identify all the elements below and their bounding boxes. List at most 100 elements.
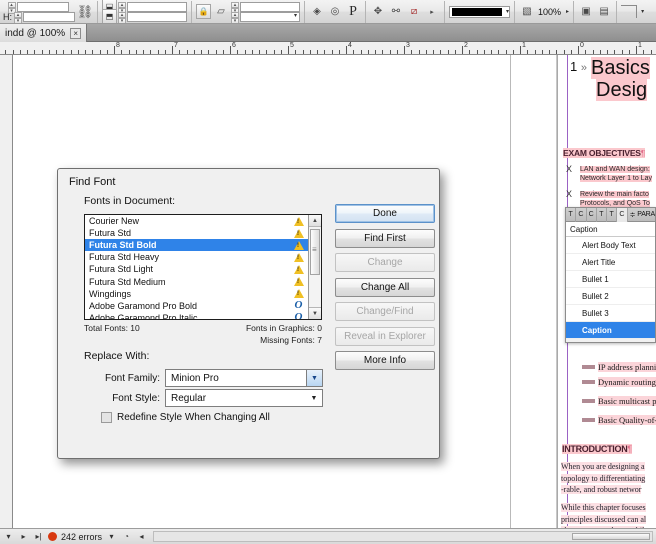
more-info-button[interactable]: More Info — [335, 351, 435, 370]
chevron-down-icon[interactable]: ▼ — [306, 370, 322, 386]
ruler-major-tick — [230, 46, 231, 54]
redefine-style-checkbox[interactable] — [101, 412, 112, 423]
missing-fonts-label: Missing Fonts: 7 — [260, 335, 322, 345]
font-style-select[interactable]: Regular ▼ — [165, 389, 323, 407]
panel-tab-4[interactable]: T — [607, 208, 618, 222]
style-list-item[interactable]: Alert Title — [566, 254, 655, 271]
extra-field-1[interactable] — [240, 1, 300, 12]
h-stepper[interactable]: ▴ ▾ — [14, 11, 22, 23]
font-list-row[interactable]: Adobe Garamond Pro Italic O — [85, 312, 308, 320]
fit-field-2[interactable] — [127, 11, 187, 22]
font-list-row[interactable]: Courier New — [85, 215, 308, 227]
find-first-button[interactable]: Find First — [335, 228, 435, 248]
extra-field-2[interactable]: ▾ — [240, 11, 300, 22]
ruler-minor-tick — [541, 50, 543, 54]
redefine-style-checkbox-row[interactable]: Redefine Style When Changing All — [101, 412, 270, 423]
font-list-row[interactable]: Futura Std Medium — [85, 275, 308, 287]
align-icon[interactable]: ✥ — [370, 4, 386, 20]
w-field[interactable] — [16, 1, 69, 12]
ruler-major-tick — [636, 46, 637, 54]
next-page-icon[interactable]: ▸ — [18, 532, 29, 541]
paragraph-p-icon[interactable]: P — [345, 4, 361, 20]
font-list-row[interactable]: Wingdings — [85, 288, 308, 300]
scroll-down-icon[interactable]: ▼ — [309, 307, 321, 319]
style-list-item[interactable]: Bullet 3 — [566, 305, 655, 322]
expand-icon[interactable]: ◂ — [136, 532, 147, 541]
effects-icon[interactable]: ◈ — [309, 4, 325, 20]
font-list-row[interactable]: Futura Std Heavy — [85, 251, 308, 263]
missing-font-warning-icon — [293, 263, 304, 275]
preflight-dropdown-icon[interactable]: ▾ — [106, 532, 117, 541]
lock-icon[interactable]: 🔒 — [196, 4, 211, 19]
fit-stepper-2[interactable]: ▴ ▾ — [118, 11, 126, 23]
h-field[interactable] — [23, 11, 75, 22]
font-name: Adobe Garamond Pro Italic — [89, 312, 198, 320]
preflight-icon[interactable]: ◔ — [121, 532, 132, 541]
style-list-item-selected[interactable]: Caption — [566, 322, 655, 339]
scrollbar-track[interactable] — [309, 227, 321, 307]
extra-stepper-1[interactable]: ▴ ▾ — [231, 1, 239, 14]
change-all-button[interactable]: Change All — [335, 277, 435, 297]
bullet-dash-icon — [582, 418, 595, 422]
font-list-row[interactable]: Adobe Garamond Pro Bold O — [85, 300, 308, 312]
distribute-icon[interactable]: ⚯ — [388, 4, 404, 20]
opacity-icon[interactable]: ▧ — [519, 4, 535, 20]
corner-options-icon[interactable] — [621, 5, 638, 18]
style-list-item[interactable]: Bullet 2 — [566, 288, 655, 305]
w-stepper[interactable]: ▴ ▾ — [7, 1, 16, 14]
fit-content-icon[interactable]: ⬒ — [102, 9, 117, 23]
close-icon[interactable]: × — [70, 27, 82, 39]
paragraph-styles-list[interactable]: Alert Body Text Alert Title Bullet 1 Bul… — [566, 237, 655, 339]
last-page-icon[interactable]: ▸| — [33, 532, 44, 541]
wrap-icon[interactable]: ◎ — [327, 4, 343, 20]
chevron-right-icon[interactable]: ▸ — [424, 4, 440, 20]
chevron-down-icon[interactable]: ▾ — [639, 8, 644, 15]
chevron-right-icon[interactable]: ▸ — [564, 8, 569, 15]
ruler-minor-tick — [273, 50, 275, 54]
style-list-item[interactable]: Bullet 1 — [566, 271, 655, 288]
scrollbar-thumb[interactable] — [310, 229, 320, 275]
page-dropdown-icon[interactable]: ▾ — [3, 532, 14, 541]
fit-field-1[interactable] — [127, 1, 187, 12]
panel-tab-5[interactable]: C — [617, 208, 628, 222]
font-list-scrollbar[interactable]: ▲ ▼ — [308, 215, 321, 319]
panel-tab-1[interactable]: C — [576, 208, 587, 222]
horizontal-ruler[interactable]: 8 7 6 5 4 3 2 1 0 1 — [0, 42, 656, 55]
scrollbar-thumb[interactable] — [572, 533, 650, 540]
divider — [616, 0, 618, 23]
link-icon[interactable]: ⛓ — [77, 4, 94, 20]
panel-tab-2[interactable]: C — [587, 208, 597, 222]
fonts-in-document-list[interactable]: Courier New Futura Std Futura Std Bold F… — [84, 214, 322, 320]
font-list-row-selected[interactable]: Futura Std Bold — [85, 239, 308, 252]
style-list-item[interactable]: Alert Body Text — [566, 237, 655, 254]
fit-stepper-1[interactable]: ▴ ▾ — [118, 1, 126, 14]
font-list-row[interactable]: Futura Std — [85, 227, 308, 239]
bullet-label: Basic Quality-of-S — [598, 415, 656, 425]
done-button[interactable]: Done — [335, 204, 435, 223]
font-list-row[interactable]: Futura Std Light — [85, 263, 308, 275]
font-family-select[interactable]: Minion Pro ▼ — [165, 369, 323, 387]
ruler-minor-tick — [150, 50, 152, 54]
baseline-icon[interactable]: ▤ — [596, 4, 612, 20]
scroll-up-icon[interactable]: ▲ — [309, 215, 321, 227]
ruler-minor-tick — [338, 50, 340, 54]
control-opacity-group: ▧ 100% ▸ — [517, 0, 571, 23]
vertical-ruler[interactable] — [0, 55, 13, 528]
ruler-minor-tick — [549, 50, 550, 54]
text-wrap-icon[interactable]: ▣ — [578, 4, 594, 20]
chevron-down-icon[interactable]: ▼ — [306, 390, 322, 406]
control-stroke-group: ▾ — [447, 0, 512, 23]
document-tab[interactable]: indd @ 100% × — [0, 24, 88, 42]
extra-stepper-2[interactable]: ▴ ▾ — [231, 11, 239, 23]
paragraph-line: -rable, and robust networ — [561, 485, 642, 494]
panel-tab-3[interactable]: T — [597, 208, 608, 222]
horizontal-scrollbar[interactable] — [153, 531, 653, 542]
paragraph-styles-panel[interactable]: T C C T T C ≑ PARA Caption Alert Body Te… — [565, 207, 656, 343]
no-stroke-icon[interactable]: ⧄ — [406, 4, 422, 20]
stroke-swatch-dropdown[interactable]: ▾ — [449, 5, 511, 18]
ruler-minor-tick — [512, 50, 514, 54]
shear-icon[interactable]: ▱ — [213, 4, 229, 20]
sort-icon[interactable]: ≑ — [628, 211, 636, 219]
find-font-dialog[interactable]: Find Font Fonts in Document: Courier New… — [57, 168, 440, 459]
panel-tab-0[interactable]: T — [566, 208, 577, 222]
